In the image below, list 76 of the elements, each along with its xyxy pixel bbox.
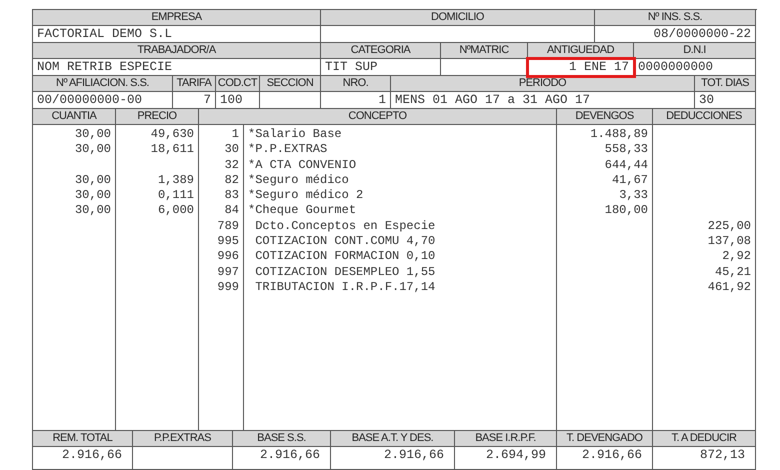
table-cell: 2.916,66 [331,447,455,470]
table-cell: 180,00 [604,203,648,218]
table-cell: 30,00 [74,172,111,187]
column-header: T. DEVENGADO [557,431,653,447]
table-cell: 84 [224,203,239,218]
table-cell: 32 [224,158,239,172]
table-cell: 30,00 [74,203,111,218]
table-cell-text: COTIZACION DESEMPLEO 1,55 [254,264,436,279]
table-cell: 2.694,99 [455,447,557,470]
column-header: DEDUCCIONES [653,109,756,125]
table-cell: 997 [217,264,239,279]
table-cell: 41,67 [612,172,648,187]
column-header: BASE S.S. [233,431,331,447]
column-header: REM. TOTAL [33,431,133,447]
table-cell: 225,00 [708,218,751,233]
table-cell: 30,00 [74,188,111,202]
column-header: BASE A.T. Y DES. [331,431,455,447]
table-cell: 2.916,66 [233,447,331,470]
column-header: CUANTIA [33,109,116,125]
column-header: SECCION [260,76,321,92]
column-header: CATEGORIA [321,43,441,59]
column-header: Nº INS. S.S. [595,10,756,26]
table-cell: 49,630 [150,127,194,141]
table-cell: 30,00 [74,127,111,141]
table-cell: 995 [217,234,239,248]
column-header: BASE I.R.P.F. [455,431,557,447]
table-cell: 0,111 [158,188,194,202]
table-cell: 558,33 [604,142,648,156]
column-header: D.N.I [634,43,756,59]
table-cell-text: COTIZACION FORMACION 0,10 [254,249,436,264]
table-cell: *P.P.EXTRAS [248,142,328,156]
column-header: TARIFA [173,76,216,92]
table-cell: *Cheque Gourmet [248,203,356,218]
table-cell: 45,21 [714,264,751,279]
table-cell: 872,13 [653,447,756,470]
table-cell: 999 [217,280,239,294]
column-header: TRABAJADOR/A [33,43,321,59]
table-cell: 3,33 [619,188,648,202]
column-header: PRECIO [116,109,199,125]
table-cell: 18,611 [150,142,194,156]
table-cell: 30 [224,142,239,156]
table-cell: 6,000 [158,203,194,218]
column-header: Nº AFILIACION. S.S. [33,76,173,92]
column-header: COD.CT [216,76,260,92]
column-header: T. A DEDUCIR [653,431,756,447]
table-cell: *Salario Base [248,127,342,141]
table-cell: 137,08 [708,234,751,248]
table-cell: 1.488,89 [590,127,648,141]
table-cell: 30,00 [74,142,111,156]
table-cell: 1 [232,127,239,141]
table-cell: 644,44 [604,158,648,172]
table-cell-text: TRIBUTACION I.R.P.F.17,14 [254,280,436,294]
column-header: EMPRESA [33,10,321,26]
table-cell: 83 [224,188,239,202]
table-cell: 996 [217,249,239,264]
column-header: CONCEPTO [199,109,557,125]
table-cell: 1 ENE 17 [528,59,634,76]
table-cell: *Seguro médico [248,172,349,187]
column-header: TOT. DIAS [695,76,756,92]
column-header: P.P.EXTRAS [133,431,233,447]
table-cell: 2.916,66 [557,447,653,470]
table-cell: 2.916,66 [33,447,133,470]
table-cell: 82 [224,172,239,187]
table-cell: 2,92 [722,249,751,264]
table-cell: *Seguro médico 2 [248,188,364,202]
table-cell: 789 [217,218,239,233]
column-header: NRO. [321,76,391,92]
column-header: PERIODO [391,76,695,92]
column-header: DEVENGOS [557,109,653,125]
table-cell-text: COTIZACION CONT.COMU 4,70 [254,234,436,248]
table-cell: 1,389 [158,172,194,187]
table-cell: 461,92 [708,280,751,294]
table-cell: *A CTA CONVENIO [248,158,356,172]
column-header: DOMICILIO [321,10,595,26]
table-cell-text: Dcto.Conceptos en Especie [254,218,436,233]
column-header: NºMATRIC [441,43,528,59]
